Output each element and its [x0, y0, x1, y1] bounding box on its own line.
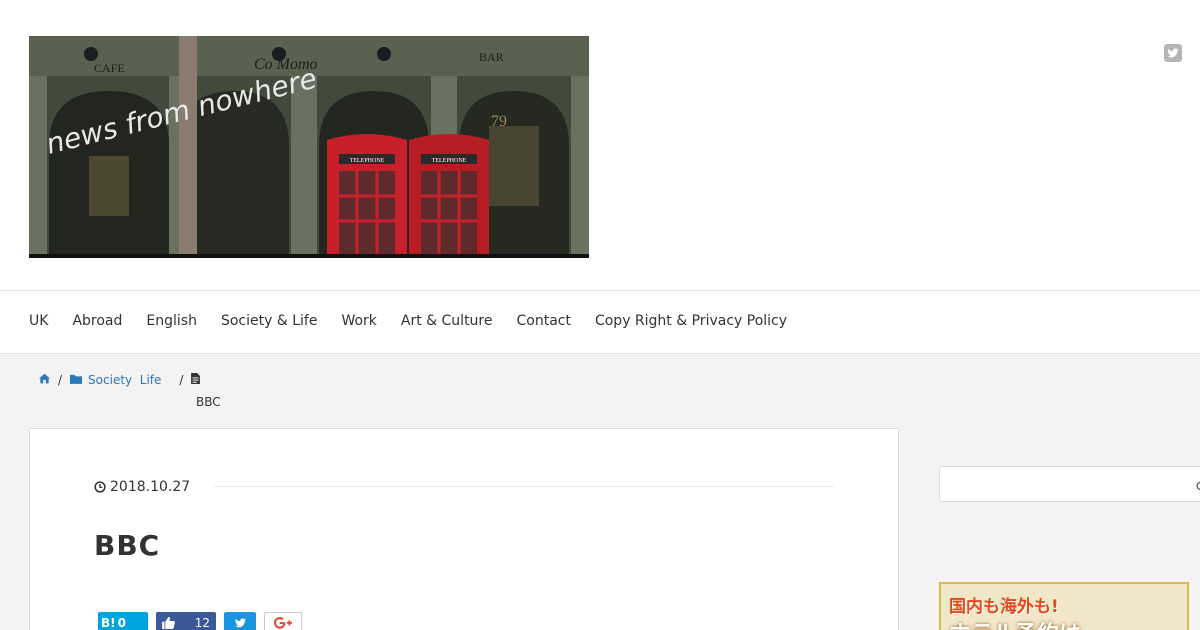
date-divider — [214, 486, 834, 487]
nav-item-society-life[interactable]: Society & Life — [221, 313, 317, 329]
article-card: 2018.10.27 BBC B! 0 12 — [29, 428, 899, 630]
google-plus-icon — [274, 617, 292, 629]
twitter-share-button[interactable] — [224, 612, 256, 630]
site-banner-image[interactable]: TELEPHONE TELEPHONE CAFE Co Momo BAR 79 … — [29, 36, 589, 258]
ad-headline: 国内も海外も! — [949, 597, 1059, 617]
hatena-label: B! — [101, 616, 116, 630]
nav-item-work[interactable]: Work — [341, 313, 376, 329]
sign-bar: BAR — [479, 50, 504, 64]
nav-item-art-culture[interactable]: Art & Culture — [401, 313, 493, 329]
breadcrumb-separator: / — [179, 373, 184, 387]
twitter-icon — [1167, 48, 1179, 58]
article-title: BBC — [94, 529, 161, 562]
hatena-count: 0 — [117, 616, 126, 630]
folder-icon — [70, 373, 83, 387]
facebook-count: 12 — [194, 616, 210, 630]
breadcrumb: / Society Life / BBC — [39, 372, 221, 410]
post-date: 2018.10.27 — [94, 479, 190, 495]
nav-item-english[interactable]: English — [146, 313, 197, 329]
booth-label-left: TELEPHONE — [350, 158, 385, 164]
twitter-icon — [234, 618, 246, 628]
nav-item-copyright-privacy[interactable]: Copy Right & Privacy Policy — [595, 313, 787, 329]
nav-item-contact[interactable]: Contact — [517, 313, 571, 329]
breadcrumb-category-link[interactable]: Society Life — [88, 373, 161, 387]
hatena-bookmark-button[interactable]: B! 0 — [98, 612, 148, 630]
breadcrumb-current: BBC — [196, 395, 221, 409]
ad-subheadline: ホテル予約は — [949, 616, 1081, 630]
search-input[interactable] — [939, 466, 1200, 502]
twitter-follow-button[interactable] — [1164, 44, 1182, 62]
clock-icon — [94, 481, 106, 493]
thumbs-up-icon — [162, 617, 175, 629]
hotel-booking-ad[interactable]: 国内も海外も! ホテル予約は — [939, 582, 1189, 630]
document-icon — [191, 373, 201, 387]
sign-cafe: CAFE — [94, 61, 125, 75]
nav-item-abroad[interactable]: Abroad — [72, 313, 122, 329]
booth-label-right: TELEPHONE — [432, 158, 467, 164]
post-date-text: 2018.10.27 — [110, 479, 191, 495]
facebook-like-button[interactable]: 12 — [156, 612, 216, 630]
search-icon[interactable] — [1196, 478, 1200, 490]
share-buttons: B! 0 12 — [98, 612, 302, 630]
home-icon[interactable] — [39, 373, 50, 387]
sign-number: 79 — [491, 113, 507, 130]
global-nav: UK Abroad English Society & Life Work Ar… — [0, 290, 1200, 354]
google-plus-share-button[interactable] — [264, 612, 302, 630]
nav-item-uk[interactable]: UK — [29, 313, 48, 329]
breadcrumb-separator: / — [58, 373, 63, 387]
site-header: TELEPHONE TELEPHONE CAFE Co Momo BAR 79 … — [0, 0, 1200, 290]
